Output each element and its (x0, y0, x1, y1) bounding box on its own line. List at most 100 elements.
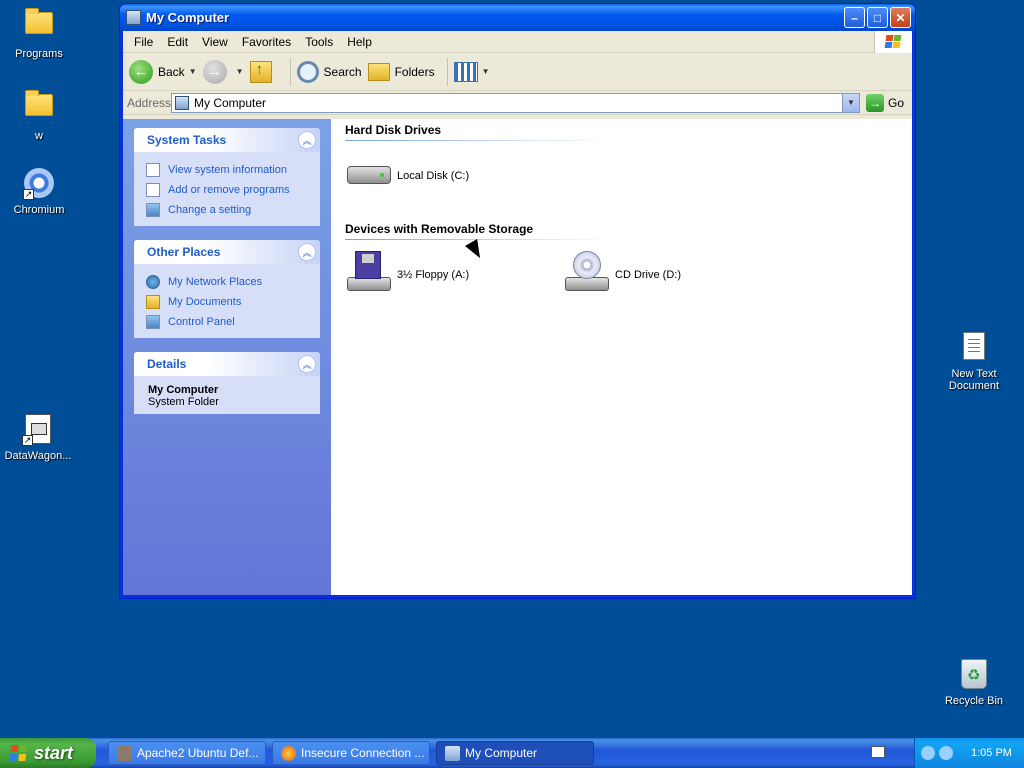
start-button[interactable]: start (0, 738, 96, 768)
system-tasks-header[interactable]: System Tasks ︽ (134, 128, 320, 152)
address-input[interactable]: My Computer ▼ (171, 92, 860, 113)
search-button[interactable]: Search (296, 60, 362, 83)
keyboard-icon[interactable] (871, 746, 885, 758)
up-button[interactable] (249, 60, 278, 83)
menu-tools[interactable]: Tools (298, 33, 340, 51)
floppy-drive-icon (345, 251, 391, 299)
taskbar-button-label: My Computer (465, 746, 538, 760)
hard-disk-icon (345, 152, 391, 200)
collapse-icon[interactable]: ︽ (298, 131, 316, 149)
menu-view[interactable]: View (195, 33, 235, 51)
desktop-icon-label: Recycle Bin (944, 695, 1004, 707)
windows-logo-icon (10, 744, 28, 762)
desktop-icon-chromium[interactable]: ↗ Chromium (1, 168, 77, 216)
toolbar-separator (289, 57, 291, 86)
folders-button[interactable]: Folders (367, 62, 435, 81)
desktop-icon-datawagon[interactable]: ↗ DataWagon... (0, 413, 76, 462)
task-label: Change a setting (168, 204, 252, 216)
system-info-icon (146, 163, 160, 177)
system-tray: 1:05 PM (914, 738, 1024, 768)
search-label: Search (323, 64, 362, 79)
desktop-icon-w[interactable]: w (1, 88, 77, 142)
application-icon: ↗ (22, 414, 54, 446)
place-my-network-places[interactable]: My Network Places (146, 272, 308, 292)
back-button[interactable]: ← Back ▼ (129, 59, 197, 84)
task-add-remove-programs[interactable]: Add or remove programs (146, 180, 308, 200)
maximize-button[interactable]: □ (867, 7, 888, 28)
shortcut-arrow-icon: ↗ (22, 435, 33, 446)
drive-label: 3½ Floppy (A:) (397, 269, 470, 281)
desktop-icon-label: DataWagon... (4, 450, 72, 462)
collapse-icon[interactable]: ︽ (298, 355, 316, 373)
desktop-icon-recycle-bin[interactable]: Recycle Bin (936, 658, 1012, 707)
go-button[interactable]: → Go (865, 93, 904, 112)
menu-bar: File Edit View Favorites Tools Help (123, 31, 912, 53)
go-label: Go (887, 95, 904, 110)
drive-floppy-a[interactable]: 3½ Floppy (A:) (345, 251, 469, 299)
folder-up-icon (249, 60, 272, 83)
clock[interactable]: 1:05 PM (971, 747, 1012, 759)
chevron-down-icon[interactable]: ▼ (841, 93, 859, 112)
my-computer-window: My Computer – □ ✕ File Edit View Favorit… (119, 3, 916, 599)
close-button[interactable]: ✕ (890, 7, 911, 28)
address-value: My Computer (194, 95, 267, 110)
place-label: My Network Places (168, 276, 263, 288)
documents-folder-icon (146, 295, 160, 309)
text-document-icon (958, 332, 990, 364)
views-button[interactable]: ▼ (453, 61, 490, 82)
task-pane: System Tasks ︽ View system information A… (123, 119, 331, 595)
menu-edit[interactable]: Edit (160, 33, 195, 51)
group-header-hard-disk-drives: Hard Disk Drives (345, 123, 610, 141)
place-my-documents[interactable]: My Documents (146, 292, 308, 312)
chevron-down-icon[interactable]: ▼ (189, 67, 197, 76)
folders-label: Folders (394, 64, 435, 79)
search-icon (296, 60, 319, 83)
minimize-button[interactable]: – (844, 7, 865, 28)
menu-file[interactable]: File (127, 33, 160, 51)
forward-button[interactable]: → ▼ (202, 59, 244, 84)
drive-label: Local Disk (C:) (397, 170, 470, 182)
back-arrow-icon: ← (129, 59, 153, 84)
desktop-icon-label: Chromium (13, 204, 65, 216)
toolbar: ← Back ▼ → ▼ Search Folders (123, 53, 912, 91)
task-view-system-information[interactable]: View system information (146, 160, 308, 180)
toolbar-separator (446, 57, 448, 86)
collapse-icon[interactable]: ︽ (298, 243, 316, 261)
taskbar-button-insecure-connection[interactable]: Insecure Connection ... (272, 741, 430, 765)
desktop-icon-programs[interactable]: Programs (1, 6, 77, 60)
volume-icon[interactable] (939, 746, 953, 760)
taskbar-button-apache[interactable]: Apache2 Ubuntu Def... (108, 741, 266, 765)
taskbar-button-my-computer[interactable]: My Computer (436, 741, 594, 765)
windows-logo-icon (874, 31, 912, 53)
window-title: My Computer (146, 10, 230, 25)
menu-help[interactable]: Help (340, 33, 379, 51)
computer-icon (445, 745, 460, 761)
add-remove-programs-icon (146, 183, 160, 197)
drive-cd-d[interactable]: CD Drive (D:) (563, 251, 681, 299)
drive-local-disk-c[interactable]: Local Disk (C:) (345, 152, 469, 200)
control-panel-icon (146, 315, 160, 329)
chevron-down-icon[interactable]: ▼ (236, 67, 244, 76)
chromium-icon: ↗ (23, 168, 55, 200)
panel-title: Other Places (147, 245, 221, 259)
title-bar[interactable]: My Computer – □ ✕ (120, 4, 915, 31)
system-tasks-panel: System Tasks ︽ View system information A… (134, 128, 320, 226)
task-label: Add or remove programs (168, 184, 290, 196)
task-change-setting[interactable]: Change a setting (146, 200, 308, 220)
firefox-icon (281, 745, 296, 761)
network-icon[interactable] (921, 746, 935, 760)
desktop-icon-new-text-document[interactable]: New Text Document (936, 330, 1012, 392)
taskbar-button-label: Insecure Connection ... (301, 746, 425, 760)
folders-icon (367, 62, 390, 81)
desktop-icon-label: Programs (15, 48, 63, 60)
panel-title: Details (147, 357, 187, 371)
drive-label: CD Drive (D:) (615, 269, 681, 281)
start-label: start (34, 742, 74, 763)
details-panel: Details ︽ My Computer System Folder (134, 352, 320, 414)
address-label: Address (127, 95, 172, 110)
details-header[interactable]: Details ︽ (134, 352, 320, 376)
menu-favorites[interactable]: Favorites (235, 33, 298, 51)
chevron-down-icon: ▼ (481, 67, 490, 76)
place-control-panel[interactable]: Control Panel (146, 312, 308, 332)
other-places-header[interactable]: Other Places ︽ (134, 240, 320, 264)
